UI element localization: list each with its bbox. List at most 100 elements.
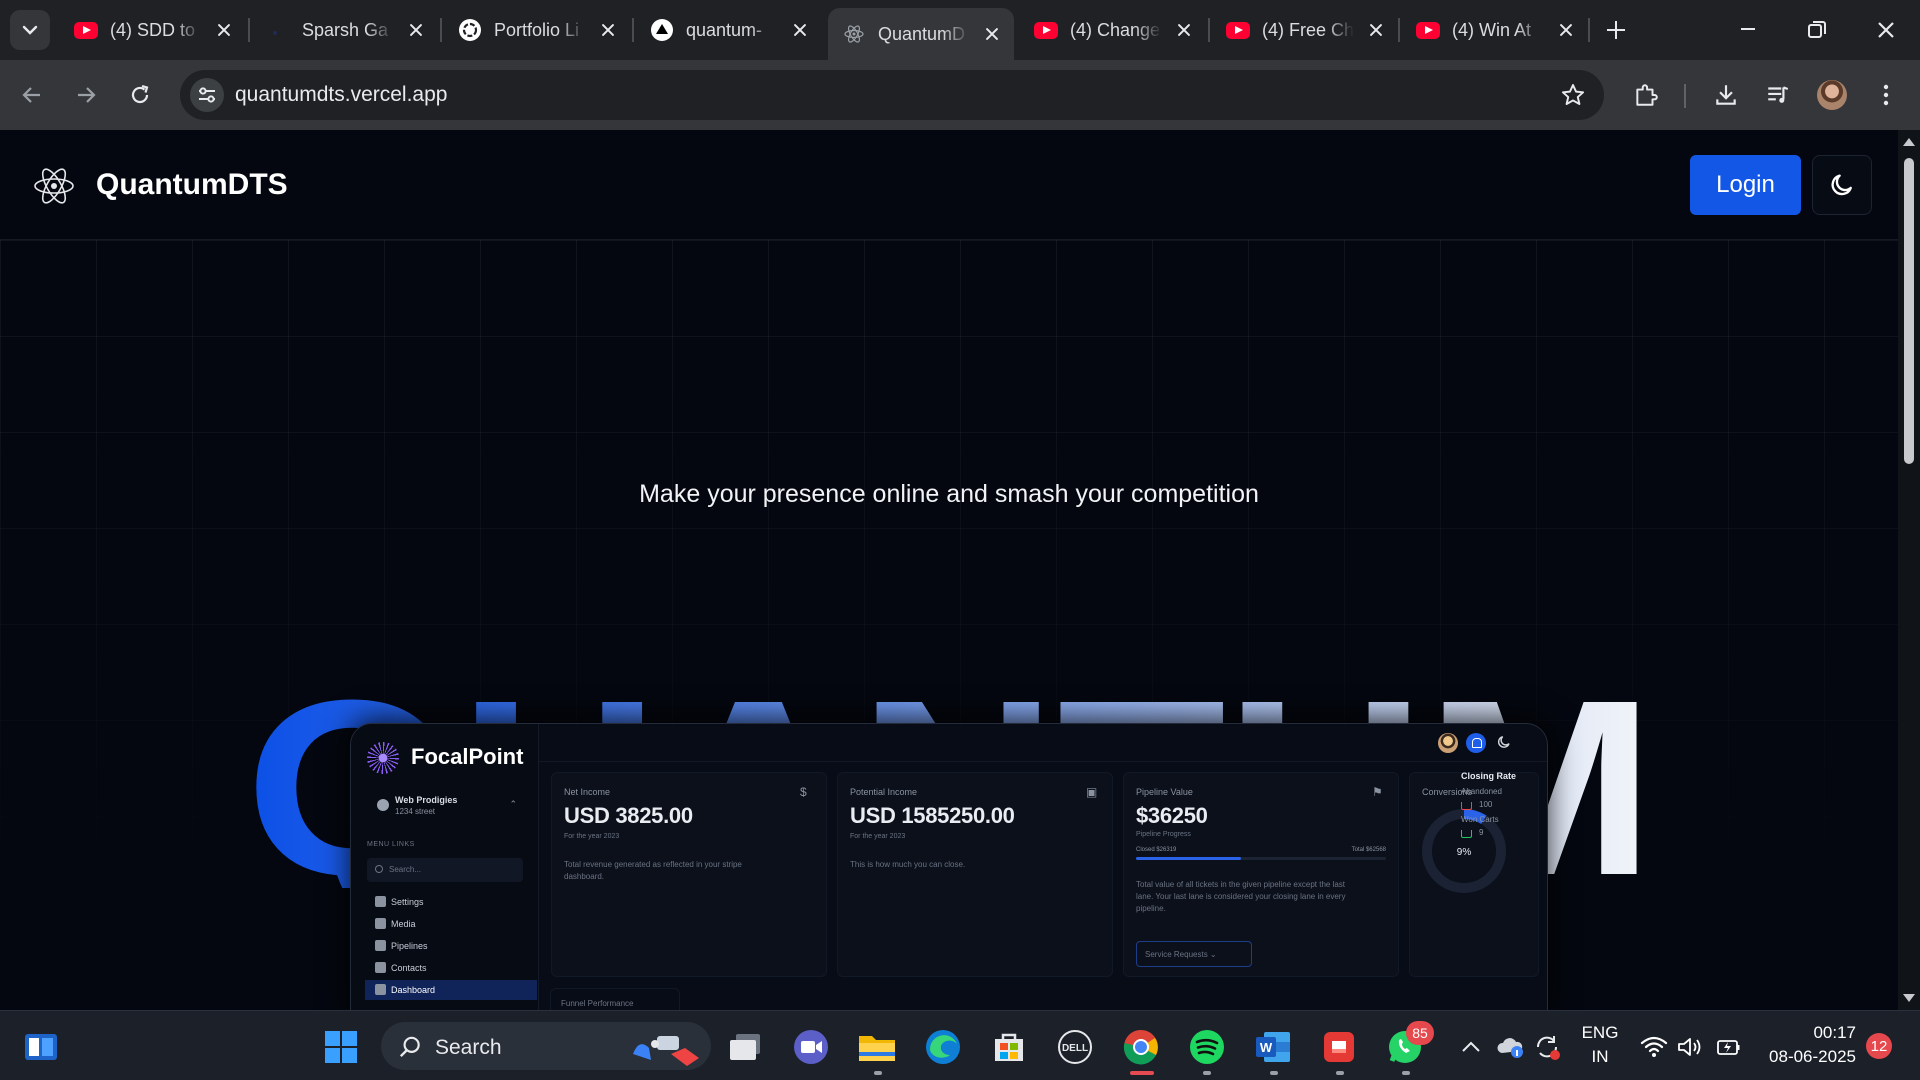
funnel-performance-card: Funnel Performance (550, 988, 680, 1010)
close-icon[interactable] (598, 20, 618, 40)
tab-portfolio[interactable]: Portfolio Li (444, 8, 630, 52)
pdf-reader-button[interactable] (1318, 1026, 1360, 1068)
contact-card-icon: ▣ (1086, 785, 1098, 799)
chevron-down-icon (22, 25, 38, 35)
closed-value: Closed $26319 (1136, 847, 1177, 853)
word-button[interactable]: W (1252, 1026, 1294, 1068)
site-info-button[interactable] (190, 78, 224, 112)
tab-quantum-repo[interactable]: quantum- (636, 8, 822, 52)
battery-status[interactable] (1710, 1026, 1746, 1068)
url-text[interactable]: quantumdts.vercel.app (235, 83, 447, 107)
preview-nav-settings: Settings (365, 892, 537, 912)
tab-separator (1588, 18, 1590, 42)
address-bar[interactable]: quantumdts.vercel.app (180, 70, 1604, 120)
onedrive-status[interactable] (1494, 1026, 1528, 1068)
tab-change[interactable]: (4) Change (1020, 8, 1206, 52)
close-icon[interactable] (790, 20, 810, 40)
close-icon[interactable] (406, 20, 426, 40)
close-icon[interactable] (1174, 20, 1194, 40)
task-view-button[interactable] (724, 1026, 766, 1068)
won-count: 9 (1479, 828, 1484, 837)
atom-icon (842, 22, 866, 46)
extensions-button[interactable] (1628, 77, 1664, 113)
scroll-up-arrow-icon[interactable] (1903, 138, 1915, 146)
close-icon[interactable] (1366, 20, 1386, 40)
card-subtitle: For the year 2023 (850, 833, 906, 840)
input-region[interactable]: IN (1572, 1047, 1628, 1067)
dell-button[interactable]: DELL (1054, 1026, 1096, 1068)
notification-badge[interactable]: 12 (1866, 1033, 1892, 1059)
teams-chat-button[interactable] (790, 1026, 832, 1068)
close-window-button[interactable] (1866, 12, 1906, 48)
sync-status[interactable] (1530, 1026, 1564, 1068)
back-button[interactable] (14, 77, 50, 113)
tab-free-ch[interactable]: (4) Free Ch (1212, 8, 1398, 52)
tab-sparsh[interactable]: Sparsh Ga (252, 8, 438, 52)
close-icon (1878, 22, 1894, 38)
preview-sidebar: FocalPoint Web Prodigies 1234 street ⌃ M… (351, 724, 539, 1010)
flag-icon (375, 940, 386, 951)
tab-title: quantum- (686, 19, 763, 40)
focalpoint-logo-icon (367, 742, 399, 774)
input-language[interactable]: ENG (1572, 1023, 1628, 1043)
restore-button[interactable] (1796, 12, 1836, 48)
running-indicator (1402, 1071, 1410, 1075)
login-button[interactable]: Login (1690, 155, 1801, 215)
search-highlight-icon (633, 1036, 699, 1066)
chrome-button[interactable] (1120, 1026, 1162, 1068)
widgets-button[interactable] (20, 1026, 62, 1068)
chrome-icon (1123, 1030, 1158, 1065)
taskbar-search[interactable]: Search (381, 1022, 711, 1070)
tab-strip: (4) SDD to Sparsh Ga Portfolio Li quantu… (0, 0, 1920, 60)
close-icon[interactable] (1556, 20, 1576, 40)
profile-avatar[interactable] (1817, 80, 1847, 110)
openai-icon (458, 18, 482, 42)
menu-button[interactable] (1868, 77, 1904, 113)
close-icon[interactable] (982, 24, 1002, 44)
arrow-right-icon (78, 87, 96, 103)
tab-win-at[interactable]: (4) Win At (1402, 8, 1588, 52)
site-brand[interactable]: QuantumDTS (96, 168, 288, 202)
atom-logo-icon[interactable] (32, 164, 76, 208)
scroll-down-arrow-icon[interactable] (1903, 994, 1915, 1002)
media-controls-button[interactable] (1760, 77, 1796, 113)
page-scrollbar[interactable] (1898, 130, 1920, 1010)
tab-separator (248, 18, 250, 42)
spotify-button[interactable] (1186, 1026, 1228, 1068)
preview-nav-media: Media (365, 914, 537, 934)
windows-taskbar: Search DELL W 85 ENG IN 00:17 08-06-2025… (0, 1010, 1920, 1080)
star-icon[interactable] (1560, 82, 1586, 108)
tab-search-button[interactable] (10, 10, 50, 50)
more-vertical-icon (1883, 84, 1889, 106)
wifi-status[interactable] (1636, 1026, 1672, 1068)
new-tab-button[interactable] (1600, 14, 1632, 46)
bell-icon (1466, 733, 1486, 753)
edge-button[interactable] (922, 1026, 964, 1068)
tab-sdd[interactable]: (4) SDD to (60, 8, 246, 52)
svg-text:DELL: DELL (1062, 1043, 1088, 1054)
tab-title: (4) SDD to (110, 19, 196, 40)
forward-button[interactable] (68, 77, 104, 113)
clock-date[interactable]: 08-06-2025 (1752, 1047, 1856, 1067)
clock-time[interactable]: 00:17 (1752, 1023, 1856, 1043)
youtube-icon (1226, 18, 1250, 42)
tab-title: (4) Change (1070, 19, 1161, 40)
account-name: Web Prodigies (395, 795, 458, 805)
volume-status[interactable] (1672, 1026, 1708, 1068)
tune-icon (199, 87, 215, 103)
queue-music-icon (1768, 86, 1789, 103)
tab-separator (1208, 18, 1210, 42)
tab-quantumdts[interactable]: QuantumD (828, 8, 1014, 60)
theme-toggle-button[interactable] (1812, 155, 1872, 215)
show-hidden-icons-button[interactable] (1455, 1026, 1487, 1068)
minimize-button[interactable] (1728, 12, 1768, 48)
downloads-button[interactable] (1708, 77, 1744, 113)
microsoft-store-button[interactable] (988, 1026, 1030, 1068)
scrollbar-thumb[interactable] (1904, 158, 1914, 464)
site-header: QuantumDTS Login (0, 130, 1898, 240)
file-explorer-button[interactable] (856, 1026, 898, 1068)
close-icon[interactable] (214, 20, 234, 40)
start-button[interactable] (320, 1026, 362, 1068)
reload-button[interactable] (122, 77, 158, 113)
moon-icon (1497, 735, 1510, 748)
